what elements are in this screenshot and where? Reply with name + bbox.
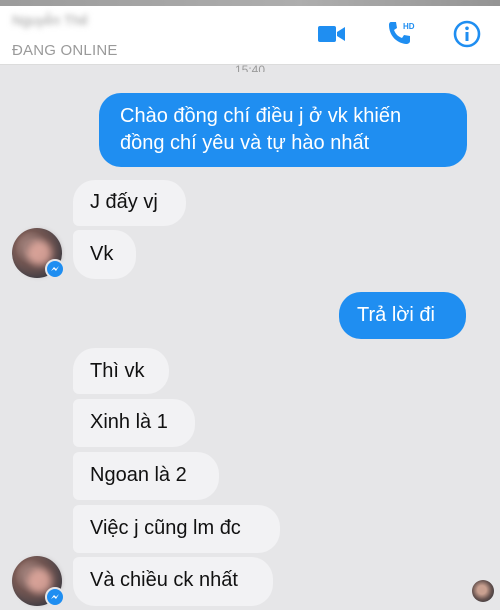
- message-line: đồng chí yêu và tự hào nhất: [120, 132, 370, 154]
- info-button[interactable]: [451, 18, 483, 50]
- incoming-message[interactable]: Thì vk: [73, 348, 169, 394]
- incoming-message[interactable]: Việc j cũng lm đc: [73, 505, 280, 553]
- outgoing-message[interactable]: Trả lời đi: [339, 292, 466, 339]
- seen-indicator-avatar: [472, 580, 494, 602]
- info-icon: [453, 20, 481, 48]
- video-call-icon: [318, 26, 345, 42]
- incoming-message[interactable]: Ngoan là 2: [73, 452, 219, 500]
- incoming-message[interactable]: Và chiều ck nhất: [73, 557, 273, 606]
- message-timestamp: 15:40: [234, 64, 266, 72]
- header-top-strip: [0, 0, 500, 6]
- messenger-badge-icon: [45, 587, 65, 607]
- messenger-badge-icon: [45, 259, 65, 279]
- contact-avatar[interactable]: [12, 556, 65, 607]
- hd-phone-icon: HD: [389, 22, 415, 44]
- incoming-message[interactable]: Xinh là 1: [73, 399, 195, 447]
- online-status: ĐANG ONLINE: [12, 42, 118, 59]
- outgoing-message[interactable]: Chào đồng chí điều j ở vk khiến đồng chí…: [99, 93, 467, 167]
- incoming-message[interactable]: Vk: [73, 230, 136, 279]
- contact-name[interactable]: Nguyễn Thế: [12, 12, 152, 32]
- video-call-button[interactable]: [316, 18, 348, 50]
- message-line: Chào đồng chí điều j ở vk khiến: [120, 105, 402, 127]
- voice-call-button[interactable]: HD: [384, 18, 416, 50]
- hd-badge: HD: [403, 22, 415, 31]
- chat-header: Nguyễn Thế ĐANG ONLINE HD: [0, 0, 500, 65]
- incoming-message[interactable]: J đấy vj: [73, 180, 186, 226]
- contact-avatar[interactable]: [12, 228, 65, 279]
